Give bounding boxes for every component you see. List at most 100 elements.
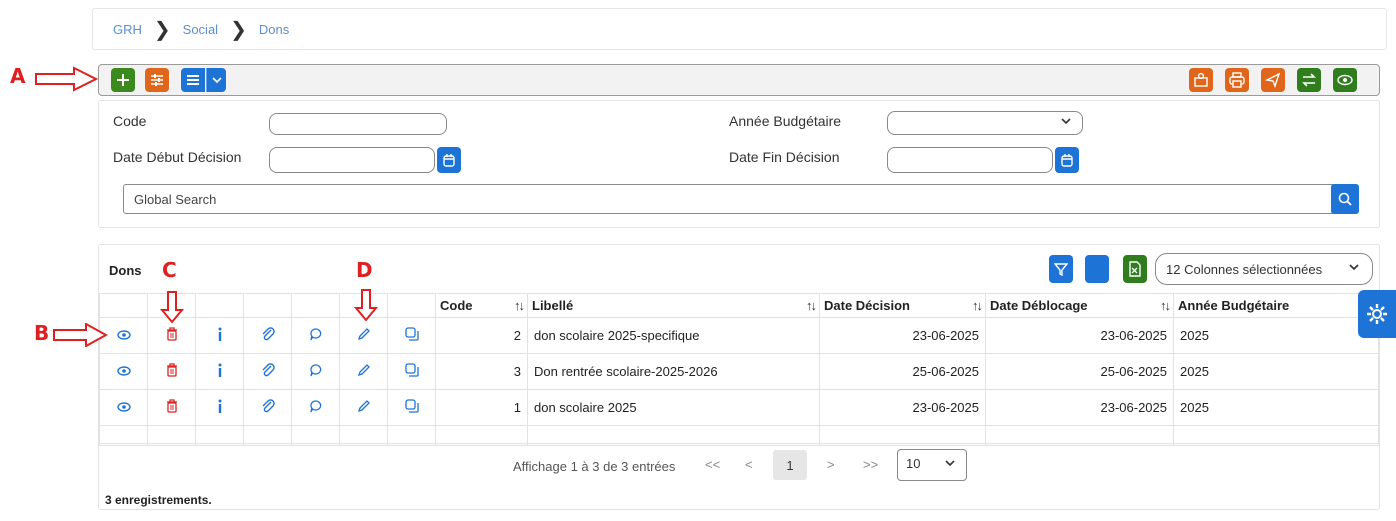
next-page-button[interactable]: > <box>827 457 835 472</box>
print-button[interactable] <box>1225 68 1249 92</box>
pencil-action-cell[interactable] <box>339 389 388 426</box>
global-search-input[interactable]: Global Search <box>123 184 1335 214</box>
copy-action-cell[interactable] <box>387 353 436 390</box>
eye-icon[interactable] <box>116 328 131 343</box>
paperclip-action-cell[interactable] <box>243 317 292 354</box>
date-debut-calendar-button[interactable] <box>437 147 461 173</box>
trash-action-cell[interactable] <box>147 353 196 390</box>
paperclip-icon[interactable] <box>261 327 275 345</box>
copy-action-cell[interactable] <box>387 317 436 354</box>
date-fin-input[interactable] <box>887 147 1053 173</box>
pencil-icon[interactable] <box>357 328 371 344</box>
columns-select-value: 12 Colonnes sélectionnées <box>1166 262 1323 277</box>
sort-icon[interactable]: ↑↓ <box>972 298 983 313</box>
current-page-button[interactable]: 1 <box>773 450 807 480</box>
list-view-button[interactable] <box>181 68 205 92</box>
info-icon[interactable] <box>217 399 223 416</box>
trash-icon[interactable] <box>166 399 178 416</box>
prev-page-button[interactable]: < <box>745 457 753 472</box>
pencil-icon[interactable] <box>357 364 371 380</box>
header-blank <box>99 293 148 318</box>
pencil-icon[interactable] <box>357 400 371 416</box>
comment-action-cell[interactable] <box>291 317 340 354</box>
sort-icon[interactable]: ↑↓ <box>806 298 817 313</box>
info-action-cell[interactable] <box>195 353 244 390</box>
sort-icon[interactable]: ↑↓ <box>1160 298 1171 313</box>
global-search-button[interactable] <box>1331 184 1359 214</box>
eye-action-cell[interactable] <box>99 389 148 426</box>
date-debut-input[interactable] <box>269 147 435 173</box>
header-date-decision[interactable]: Date Décision ↑↓ <box>819 293 986 318</box>
header-blank <box>291 293 340 318</box>
settings-button[interactable] <box>1358 290 1396 338</box>
header-annee[interactable]: Année Budgétaire <box>1173 293 1379 318</box>
print-icon <box>1229 72 1245 88</box>
paperclip-action-cell[interactable] <box>243 353 292 390</box>
copy-icon[interactable] <box>404 363 419 380</box>
annotation-arrow-a-icon <box>35 66 98 92</box>
pencil-action-cell[interactable] <box>339 353 388 390</box>
header-code[interactable]: Code ↑↓ <box>435 293 528 318</box>
header-libelle[interactable]: Libellé ↑↓ <box>527 293 820 318</box>
eye-icon[interactable] <box>116 400 131 415</box>
filter-form: Code Année Budgétaire Date Début Décisio… <box>98 100 1380 228</box>
chevron-down-icon <box>1060 115 1072 130</box>
comment-icon[interactable] <box>309 364 323 380</box>
archive-user-button[interactable] <box>1189 68 1213 92</box>
paperclip-icon[interactable] <box>261 363 275 381</box>
columns-select[interactable]: 12 Colonnes sélectionnées <box>1155 253 1373 285</box>
page-size-select[interactable]: 10 <box>897 449 967 481</box>
info-icon[interactable] <box>217 327 223 344</box>
date-deblocage-cell: 23-06-2025 <box>985 389 1174 426</box>
copy-icon[interactable] <box>404 327 419 344</box>
info-action-cell[interactable] <box>195 317 244 354</box>
trash-action-cell[interactable] <box>147 389 196 426</box>
preview-button[interactable] <box>1333 68 1357 92</box>
pagination-summary: Affichage 1 à 3 de 3 entrées <box>513 459 676 474</box>
comment-action-cell[interactable] <box>291 353 340 390</box>
last-page-button[interactable]: >> <box>863 457 878 472</box>
annotation-arrow-b-icon <box>53 323 108 347</box>
page-size-value: 10 <box>906 456 921 471</box>
pencil-action-cell[interactable] <box>339 317 388 354</box>
eye-action-cell[interactable] <box>99 353 148 390</box>
send-button[interactable] <box>1261 68 1285 92</box>
trash-icon[interactable] <box>166 327 178 344</box>
paperclip-action-cell[interactable] <box>243 389 292 426</box>
copy-icon[interactable] <box>404 399 419 416</box>
date-fin-calendar-button[interactable] <box>1055 147 1079 173</box>
date-debut-label: Date Début Décision <box>113 149 242 165</box>
filter-settings-button[interactable] <box>145 68 169 92</box>
comment-action-cell[interactable] <box>291 389 340 426</box>
code-label: Code <box>113 113 147 129</box>
date-deblocage-cell: 23-06-2025 <box>985 317 1174 354</box>
code-cell: 1 <box>435 389 528 426</box>
code-input[interactable] <box>269 113 447 135</box>
header-date-deblocage[interactable]: Date Déblocage ↑↓ <box>985 293 1174 318</box>
paperclip-icon[interactable] <box>261 399 275 417</box>
column-filter-button[interactable] <box>1049 255 1073 283</box>
info-action-cell[interactable] <box>195 389 244 426</box>
breadcrumb-social[interactable]: Social <box>183 22 218 37</box>
pagination: Affichage 1 à 3 de 3 entrées << < 1 > >>… <box>99 443 1379 485</box>
first-page-button[interactable]: << <box>705 457 720 472</box>
add-button[interactable] <box>111 68 135 92</box>
libelle-cell: Don rentrée scolaire-2025-2026 <box>527 353 820 390</box>
trash-icon[interactable] <box>166 363 178 380</box>
header-blank <box>243 293 292 318</box>
copy-action-cell[interactable] <box>387 389 436 426</box>
view-dropdown-button[interactable] <box>206 68 226 92</box>
info-icon[interactable] <box>217 363 223 380</box>
comment-icon[interactable] <box>309 328 323 344</box>
exchange-button[interactable] <box>1297 68 1321 92</box>
annee-budgetaire-select[interactable] <box>887 111 1083 135</box>
breadcrumb-grh[interactable]: GRH <box>113 22 142 37</box>
blank-action-button[interactable] <box>1085 255 1109 283</box>
code-cell: 3 <box>435 353 528 390</box>
action-toolbar <box>98 64 1380 96</box>
code-cell: 2 <box>435 317 528 354</box>
eye-icon[interactable] <box>116 364 131 379</box>
export-excel-button[interactable] <box>1123 255 1147 283</box>
sort-icon[interactable]: ↑↓ <box>514 298 525 313</box>
comment-icon[interactable] <box>309 400 323 416</box>
